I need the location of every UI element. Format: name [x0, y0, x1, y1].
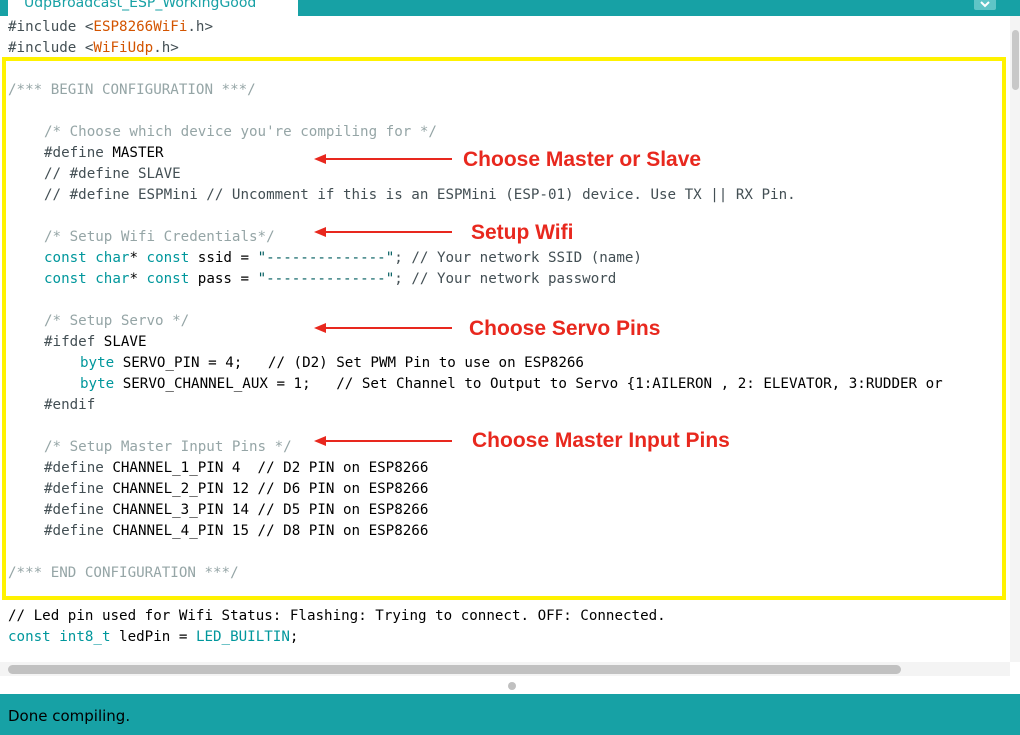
code-line: // #define SLAVE: [44, 166, 181, 182]
code-line: #define MASTER: [44, 145, 164, 161]
code-line: byte SERVO_PIN = 4; // (D2) Set PWM Pin …: [80, 355, 584, 371]
annotation-servo-pins: Choose Servo Pins: [469, 317, 661, 340]
vertical-scrollbar[interactable]: [1010, 16, 1020, 662]
annotation-master-input-pins: Choose Master Input Pins: [472, 429, 730, 452]
tab-title: UdpBroadcast_ESP_WorkingGood: [24, 0, 257, 11]
code-line: #define CHANNEL_3_PIN 14 // D5 PIN on ES…: [44, 502, 429, 518]
code-line: /*** END CONFIGURATION ***/: [8, 565, 239, 581]
code-line: /*** BEGIN CONFIGURATION ***/: [8, 82, 256, 98]
code-line: #ifdef SLAVE: [44, 334, 147, 350]
arrow-left-icon: [314, 436, 452, 446]
tab-sketch[interactable]: UdpBroadcast_ESP_WorkingGood: [8, 0, 298, 16]
code-line: #define CHANNEL_1_PIN 4 // D2 PIN on ESP…: [44, 460, 429, 476]
code-line: #define CHANNEL_2_PIN 12 // D6 PIN on ES…: [44, 481, 429, 497]
tab-menu-button[interactable]: [974, 0, 996, 10]
arrow-left-icon: [314, 154, 452, 164]
code-line: #include <ESP8266WiFi.h>: [8, 19, 214, 35]
code-line: /* Setup Master Input Pins */: [44, 439, 292, 455]
code-line: #endif: [44, 397, 96, 413]
code-line: const int8_t ledPin = LED_BUILTIN;: [8, 629, 299, 645]
annotation-setup-wifi: Setup Wifi: [471, 221, 574, 244]
splitter-handle-icon[interactable]: [508, 682, 516, 690]
code-line: #include <WiFiUdp.h>: [8, 40, 179, 56]
arrow-left-icon: [314, 323, 452, 333]
arrow-left-icon: [314, 227, 452, 237]
code-line: byte SERVO_CHANNEL_AUX = 1; // Set Chann…: [80, 376, 943, 392]
status-message: Done compiling.: [8, 707, 131, 725]
annotation-master-slave: Choose Master or Slave: [463, 148, 702, 171]
status-bar: Done compiling.: [0, 694, 1020, 735]
vertical-scrollbar-thumb[interactable]: [1012, 30, 1019, 90]
code-line: // Led pin used for Wifi Status: Flashin…: [8, 608, 666, 624]
code-line: // #define ESPMini // Uncomment if this …: [44, 187, 796, 203]
code-line: /* Setup Servo */: [44, 313, 190, 329]
chevron-down-icon: [980, 1, 990, 8]
code-line: /* Setup Wifi Credentials*/: [44, 229, 275, 245]
tab-bar: UdpBroadcast_ESP_WorkingGood: [0, 0, 1020, 16]
code-line: #define CHANNEL_4_PIN 15 // D8 PIN on ES…: [44, 523, 429, 539]
code-line: /* Choose which device you're compiling …: [44, 124, 437, 140]
code-line: const char* const ssid = "--------------…: [44, 250, 642, 266]
code-line: const char* const pass = "--------------…: [44, 271, 617, 287]
horizontal-scrollbar-thumb[interactable]: [8, 665, 901, 674]
